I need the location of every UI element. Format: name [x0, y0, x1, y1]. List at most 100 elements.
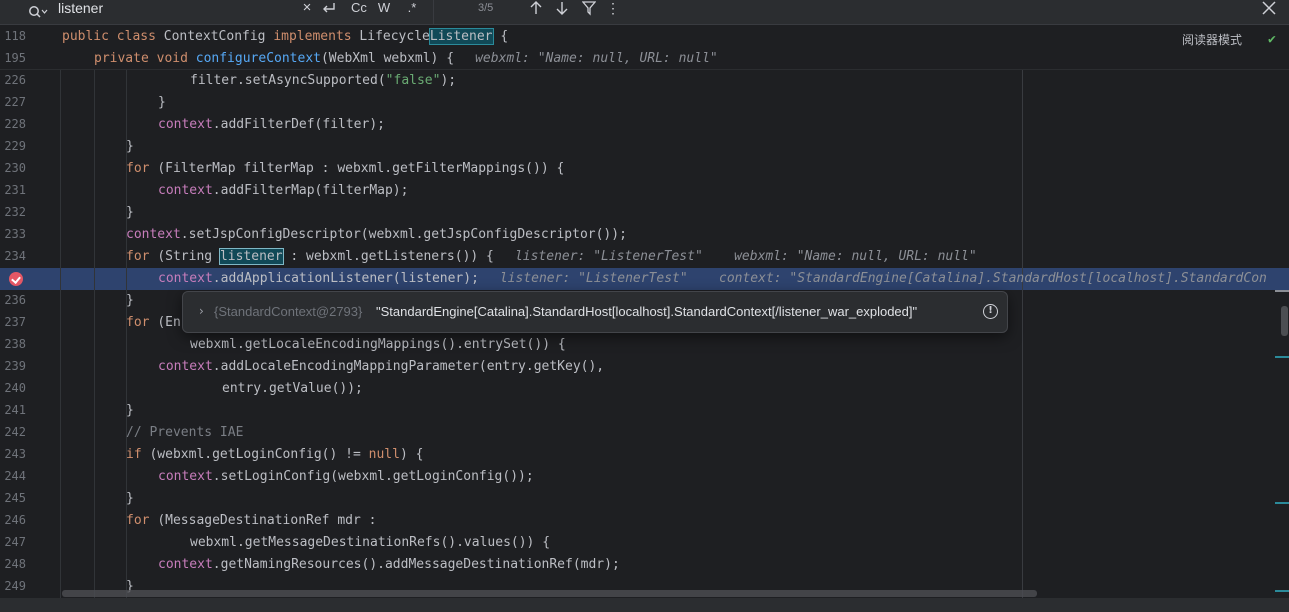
code-token: } — [126, 139, 134, 154]
code-token: Lifecycle — [359, 29, 430, 44]
search-match: listener — [218, 248, 284, 265]
code-token: // Prevents IAE — [126, 425, 244, 440]
info-icon[interactable]: ! — [983, 304, 998, 319]
code-text[interactable]: } — [158, 93, 166, 113]
line-number[interactable]: 231 — [0, 183, 26, 197]
code-text[interactable]: } — [126, 137, 134, 157]
code-text[interactable]: context.addLocaleEncodingMappingParamete… — [158, 357, 604, 377]
line-number[interactable]: 232 — [0, 205, 26, 219]
filter-icon[interactable] — [580, 0, 598, 22]
code-line: 240 entry.getValue()); — [0, 378, 1289, 400]
code-text[interactable]: context.addFilterMap(filterMap); — [158, 181, 408, 201]
vertical-scrollbar-thumb[interactable] — [1281, 306, 1288, 336]
code-text[interactable]: private void configureContext(WebXml web… — [94, 49, 454, 69]
code-token: public class — [62, 29, 164, 44]
code-token: (FilterMap filterMap : webxml.getFilterM… — [157, 161, 565, 176]
code-text[interactable]: webxml.getLocaleEncodingMappings().entry… — [190, 335, 566, 355]
code-text[interactable]: if (webxml.getLoginConfig() != null) { — [126, 445, 423, 465]
code-token: filter.setAsyncSupported( — [190, 73, 386, 88]
line-number[interactable]: 247 — [0, 535, 26, 549]
code-text[interactable]: for (String listener : webxml.getListene… — [126, 247, 494, 267]
code-token: .setJspConfigDescriptor(webxml.getJspCon… — [180, 227, 627, 242]
match-case-button[interactable]: Cc — [348, 0, 370, 22]
code-text[interactable]: context.setJspConfigDescriptor(webxml.ge… — [126, 225, 627, 245]
line-number[interactable]: 245 — [0, 491, 26, 505]
code-token: context — [158, 359, 213, 374]
code-text[interactable]: context.addApplicationListener(listener)… — [158, 269, 479, 289]
code-text[interactable]: for (En — [126, 313, 181, 333]
code-text[interactable]: } — [126, 489, 134, 509]
code-text[interactable]: filter.setAsyncSupported("false"); — [190, 71, 456, 91]
line-number[interactable]: 233 — [0, 227, 26, 241]
previous-occurrence-icon[interactable] — [527, 0, 545, 22]
line-number[interactable]: 118 — [0, 29, 26, 43]
code-token: (webxml.getLoginConfig() != — [149, 447, 369, 462]
code-text[interactable]: public class ContextConfig implements Li… — [62, 27, 508, 47]
code-token: ); — [440, 73, 457, 88]
line-number[interactable]: 243 — [0, 447, 26, 461]
search-history-icon[interactable] — [28, 1, 52, 23]
code-token: } — [158, 95, 166, 110]
code-token: (En — [157, 315, 181, 330]
clear-search-icon[interactable]: × — [300, 0, 314, 22]
code-token: ) { — [399, 447, 424, 462]
line-number[interactable]: 237 — [0, 315, 26, 329]
code-token: configureContext — [195, 51, 321, 66]
regex-button[interactable]: .* — [402, 0, 422, 22]
expand-chevron-icon[interactable]: › — [199, 304, 204, 318]
line-number[interactable]: 238 — [0, 337, 26, 351]
line-number[interactable]: 249 — [0, 579, 26, 593]
close-find-icon[interactable] — [1260, 0, 1278, 22]
search-marker — [1275, 356, 1289, 358]
line-number[interactable]: 229 — [0, 139, 26, 153]
code-token: for — [126, 315, 158, 330]
code-text[interactable]: entry.getValue()); — [222, 379, 363, 399]
code-token: webxml.getMessageDestinationRefs().value… — [190, 535, 551, 550]
code-text[interactable]: webxml.getMessageDestinationRefs().value… — [190, 533, 550, 553]
next-occurrence-icon[interactable] — [553, 0, 571, 22]
code-line: 229} — [0, 136, 1289, 158]
sticky-header: 118 public class ContextConfig implements… — [0, 26, 1289, 70]
code-token: for — [126, 161, 158, 176]
more-options-icon[interactable]: ⋮ — [606, 0, 620, 22]
code-text[interactable]: context.setLoginConfig(webxml.getLoginCo… — [158, 467, 534, 487]
code-text[interactable]: // Prevents IAE — [126, 423, 243, 443]
code-text[interactable]: } — [126, 203, 134, 223]
new-line-icon[interactable] — [318, 0, 340, 22]
line-number[interactable]: 226 — [0, 73, 26, 87]
words-button[interactable]: W — [374, 0, 394, 22]
code-text[interactable]: context.addFilterDef(filter); — [158, 115, 385, 135]
code-text[interactable]: } — [126, 401, 134, 421]
debug-value-popup[interactable]: › {StandardContext@2793} "StandardEngine… — [182, 291, 1008, 333]
code-token: .addFilterDef(filter); — [212, 117, 385, 132]
code-line: 232} — [0, 202, 1289, 224]
search-match: Listener — [428, 28, 494, 45]
code-text[interactable]: for (MessageDestinationRef mdr : — [126, 511, 376, 531]
line-number[interactable]: 234 — [0, 249, 26, 263]
code-text[interactable]: context.getNamingResources().addMessageD… — [158, 555, 620, 575]
reader-mode-button[interactable]: 阅读器模式 — [1182, 31, 1242, 48]
line-number[interactable]: 246 — [0, 513, 26, 527]
code-text[interactable]: } — [126, 291, 134, 311]
search-input[interactable]: listener — [58, 0, 103, 24]
line-number[interactable]: 244 — [0, 469, 26, 483]
code-line: 228 context.addFilterDef(filter); — [0, 114, 1289, 136]
line-number[interactable]: 240 — [0, 381, 26, 395]
line-number[interactable]: 248 — [0, 557, 26, 571]
horizontal-scrollbar-thumb[interactable] — [62, 590, 1037, 597]
line-number[interactable]: 230 — [0, 161, 26, 175]
line-number[interactable]: 236 — [0, 293, 26, 307]
code-token: private void — [94, 51, 196, 66]
caret-marker — [1275, 290, 1289, 292]
line-number[interactable]: 195 — [0, 51, 26, 65]
code-token: } — [126, 403, 134, 418]
line-number[interactable]: 228 — [0, 117, 26, 131]
code-line: 239 context.addLocaleEncodingMappingParam… — [0, 356, 1289, 378]
line-number[interactable]: 227 — [0, 95, 26, 109]
code-line: 244 context.setLoginConfig(webxml.getLogi… — [0, 466, 1289, 488]
line-number[interactable]: 242 — [0, 425, 26, 439]
code-text[interactable]: for (FilterMap filterMap : webxml.getFil… — [126, 159, 564, 179]
line-number[interactable]: 241 — [0, 403, 26, 417]
code-token: context — [126, 227, 181, 242]
line-number[interactable]: 239 — [0, 359, 26, 373]
